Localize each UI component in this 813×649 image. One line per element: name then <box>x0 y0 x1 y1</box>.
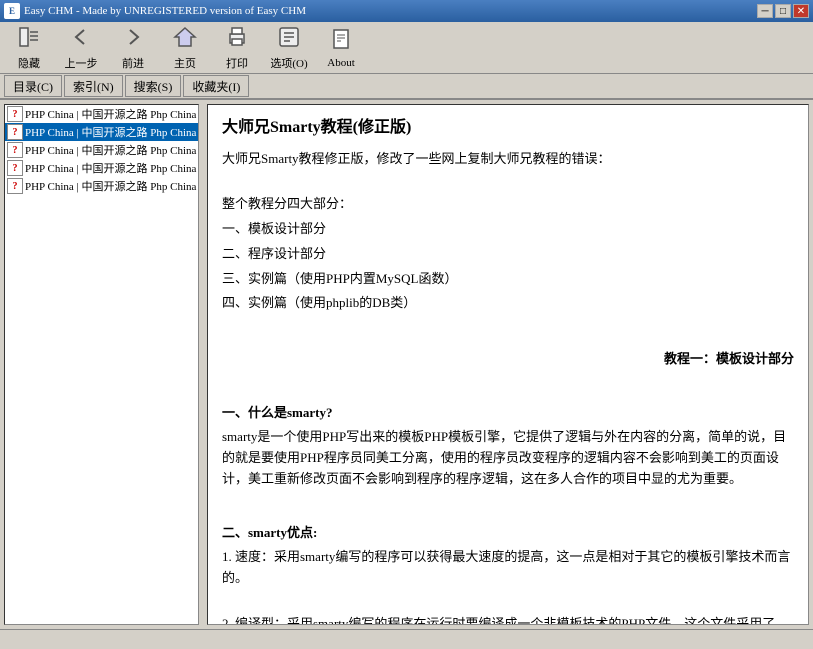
app-icon: E <box>4 3 20 19</box>
tree-label-3: PHP China | 中国开源之路 Php China <box>25 142 196 158</box>
main-area: ? PHP China | 中国开源之路 Php China ? PHP Chi… <box>0 100 813 629</box>
tree-icon-4: ? <box>7 160 23 176</box>
window-controls[interactable]: ─ □ ✕ <box>757 4 809 18</box>
tree-label-5: PHP China | 中国开源之路 Php China <box>25 178 196 194</box>
title-bar-text: Easy CHM - Made by UNREGISTERED version … <box>24 5 757 17</box>
section-item-2: 二、程序设计部分 <box>222 244 794 265</box>
advantages-heading: 二、smarty优点: <box>222 523 794 544</box>
tree-item-5[interactable]: ? PHP China | 中国开源之路 Php China <box>5 177 198 195</box>
tab-favorites[interactable]: 收藏夹(I) <box>183 75 249 97</box>
hide-button[interactable]: 隐藏 <box>4 25 54 71</box>
right-panel[interactable]: 大师兄Smarty教程(修正版) 大师兄Smarty教程修正版，修改了一些网上复… <box>207 104 809 625</box>
section-item-1: 一、模板设计部分 <box>222 219 794 240</box>
title-bar: E Easy CHM - Made by UNREGISTERED versio… <box>0 0 813 22</box>
tree-label-4: PHP China | 中国开源之路 Php China <box>25 160 196 176</box>
maximize-button[interactable]: □ <box>775 4 791 18</box>
about-button[interactable]: About <box>316 25 366 71</box>
print-button[interactable]: 打印 <box>212 25 262 71</box>
options-label: 选项(O) <box>270 55 307 71</box>
lesson-title: 教程一：模板设计部分 <box>222 349 794 370</box>
forward-button[interactable]: 前进 <box>108 25 158 71</box>
home-button[interactable]: 主页 <box>160 25 210 71</box>
tab-contents[interactable]: 目录(C) <box>4 75 62 97</box>
nav-bar: 目录(C) 索引(N) 搜索(S) 收藏夹(I) <box>0 74 813 100</box>
what-is-smarty-body: smarty是一个使用PHP写出来的模板PHP模板引擎，它提供了逻辑与外在内容的… <box>222 427 794 489</box>
hide-icon <box>17 25 41 53</box>
forward-icon <box>121 25 145 53</box>
splitter[interactable] <box>201 100 205 629</box>
tree-item-1[interactable]: ? PHP China | 中国开源之路 Php China <box>5 105 198 123</box>
tree-item-2[interactable]: ? PHP China | 中国开源之路 Php China <box>5 123 198 141</box>
section-item-3: 三、实例篇（使用PHP内置MySQL函数） <box>222 269 794 290</box>
options-button[interactable]: 选项(O) <box>264 25 314 71</box>
advantage-1: 1. 速度：采用smarty编写的程序可以获得最大速度的提高，这一点是相对于其它… <box>222 547 794 589</box>
content-title: 大师兄Smarty教程(修正版) <box>222 115 794 141</box>
about-icon <box>329 27 353 55</box>
status-bar <box>0 629 813 649</box>
tree-icon-3: ? <box>7 142 23 158</box>
close-button[interactable]: ✕ <box>793 4 809 18</box>
tree-icon-5: ? <box>7 178 23 194</box>
minimize-button[interactable]: ─ <box>757 4 773 18</box>
tree-icon-1: ? <box>7 106 23 122</box>
section-item-4: 四、实例篇（使用phplib的DB类） <box>222 293 794 314</box>
tree-label-2: PHP China | 中国开源之路 Php China <box>25 124 196 140</box>
back-button[interactable]: 上一步 <box>56 25 106 71</box>
forward-label: 前进 <box>122 55 144 71</box>
toolbar: 隐藏 上一步 前进 主页 <box>0 22 813 74</box>
home-icon <box>173 25 197 53</box>
advantage-2: 2. 编译型：采用smarty编写的程序在运行时要编译成一个非模板技术的PHP文… <box>222 614 794 625</box>
print-icon <box>225 25 249 53</box>
content-intro: 大师兄Smarty教程修正版，修改了一些网上复制大师兄教程的错误： <box>222 149 794 170</box>
tree-label-1: PHP China | 中国开源之路 Php China <box>25 106 196 122</box>
section-heading: 整个教程分四大部分： <box>222 194 794 215</box>
tree-item-4[interactable]: ? PHP China | 中国开源之路 Php China <box>5 159 198 177</box>
hide-label: 隐藏 <box>18 55 40 71</box>
back-icon <box>69 25 93 53</box>
home-label: 主页 <box>174 55 196 71</box>
about-label: About <box>327 57 355 69</box>
back-label: 上一步 <box>65 55 98 71</box>
left-panel[interactable]: ? PHP China | 中国开源之路 Php China ? PHP Chi… <box>4 104 199 625</box>
tree-item-3[interactable]: ? PHP China | 中国开源之路 Php China <box>5 141 198 159</box>
options-icon <box>277 25 301 53</box>
tab-search[interactable]: 搜索(S) <box>125 75 182 97</box>
tab-index[interactable]: 索引(N) <box>64 75 123 97</box>
what-is-smarty-heading: 一、什么是smarty? <box>222 403 794 424</box>
print-label: 打印 <box>226 55 248 71</box>
tree-icon-2: ? <box>7 124 23 140</box>
